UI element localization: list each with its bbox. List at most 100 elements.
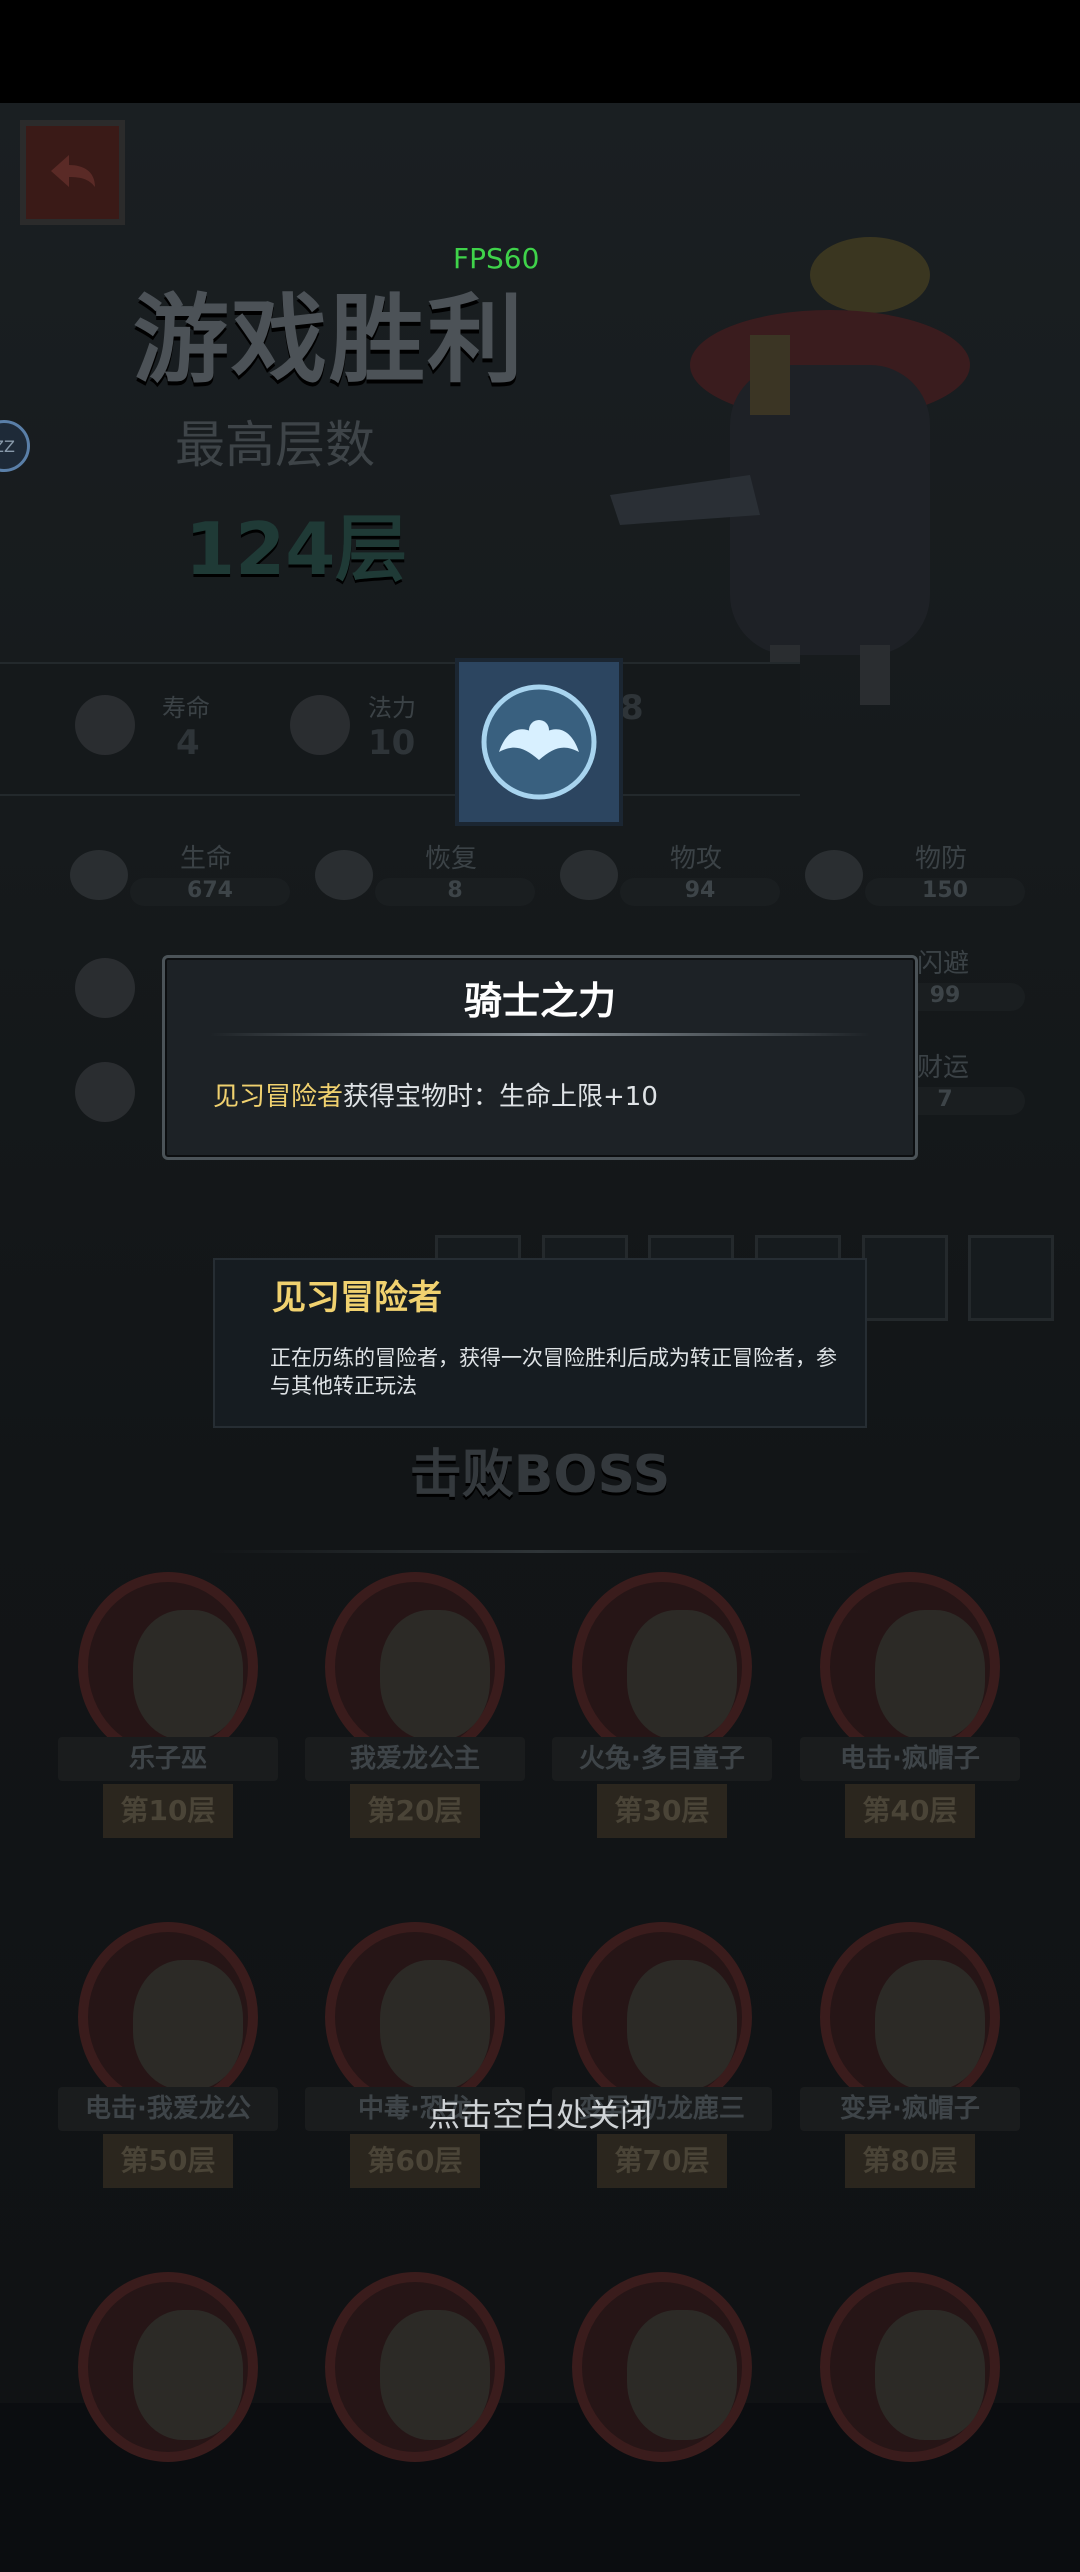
boss-floor: 第70层: [597, 2134, 727, 2188]
boss-portrait: [875, 1610, 985, 1740]
stat-hp-value: 674: [187, 878, 233, 903]
lifespan-icon: [75, 695, 135, 755]
mana-stat: 法力 10: [368, 688, 416, 763]
tap-blank-to-close-hint: 点击空白处关闭: [427, 2096, 652, 2134]
best-floor-label: 最高层数: [175, 416, 375, 474]
boss-card-partial[interactable]: [305, 2272, 525, 2572]
stat-dodge-label: 闪避: [917, 949, 970, 979]
boss-name: 我爱龙公主: [305, 1737, 525, 1781]
boss-floor: 第20层: [350, 1784, 480, 1838]
magnify-stat-icon: [75, 958, 135, 1018]
third-stat: 8: [620, 688, 644, 728]
boss-card[interactable]: 电击·我爱龙公 第50层: [58, 1922, 278, 2222]
role-title: 见习冒险者: [272, 1278, 442, 1318]
relic-slot[interactable]: [968, 1235, 1054, 1321]
mana-flame-icon: [290, 695, 350, 755]
boss-portrait-frame: [325, 2272, 505, 2462]
boss-portrait-frame: [78, 1572, 258, 1762]
boss-card[interactable]: 变异·疯帽子 第80层: [800, 1922, 1020, 2222]
role-description: 正在历练的冒险者，获得一次冒险胜利后成为转正冒险者，参与其他转正玩法: [270, 1346, 837, 1398]
boss-portrait: [133, 1960, 243, 2090]
boss-portrait: [380, 1960, 490, 2090]
stat-defense: 物防 150: [805, 838, 1025, 908]
stat-regen: 恢复 8: [315, 838, 535, 908]
lifespan-stat: 寿命 4: [162, 688, 210, 763]
stat-defense-label: 物防: [915, 844, 968, 874]
stat-regen-label: 恢复: [425, 844, 478, 874]
status-bar: [0, 0, 1080, 103]
boss-card-partial[interactable]: [552, 2272, 772, 2572]
relic-tooltip: 骑士之力 见习冒险者获得宝物时：生命上限+10: [162, 955, 918, 1160]
boss-portrait-frame: [572, 1922, 752, 2112]
boss-character-illustration: [610, 237, 970, 705]
boss-portrait: [627, 1960, 737, 2090]
heart-plus-icon: [315, 850, 373, 900]
sword-icon: [560, 850, 618, 900]
boss-card[interactable]: 乐子巫 第10层: [58, 1572, 278, 1872]
boss-portrait: [380, 1610, 490, 1740]
back-button[interactable]: [20, 120, 125, 225]
lifespan-value: 4: [176, 723, 200, 763]
boss-portrait: [875, 2310, 985, 2440]
boss-portrait-frame: [572, 2272, 752, 2462]
boss-portrait: [627, 2310, 737, 2440]
stat-attack-value: 94: [684, 878, 716, 903]
knight-power-relic-icon[interactable]: [455, 658, 623, 826]
boss-portrait: [380, 2310, 490, 2440]
boss-card[interactable]: 电击·疯帽子 第40层: [800, 1572, 1020, 1872]
role-description-card: 见习冒险者 正在历练的冒险者，获得一次冒险胜利后成为转正冒险者，参与其他转正玩法: [213, 1258, 867, 1428]
boss-name: 电击·疯帽子: [800, 1737, 1020, 1781]
boss-floor: 第30层: [597, 1784, 727, 1838]
defeated-boss-heading: 击败BOSS: [409, 1445, 671, 1505]
boss-portrait-frame: [78, 2272, 258, 2462]
relic-slot[interactable]: [862, 1235, 948, 1321]
lifespan-label: 寿命: [162, 694, 210, 722]
boss-name: 乐子巫: [58, 1737, 278, 1781]
boss-card-partial[interactable]: [800, 2272, 1020, 2572]
mana-value: 10: [368, 723, 416, 763]
boss-card[interactable]: 变异·奶龙鹿三 第70层: [552, 1922, 772, 2222]
boss-card[interactable]: 我爱龙公主 第20层: [305, 1572, 525, 1872]
boss-card[interactable]: 中毒·恐龙 第60层: [305, 1922, 525, 2222]
relic-tooltip-role-highlight: 见习冒险者: [213, 1082, 344, 1112]
boss-card[interactable]: 火兔·多目童子 第30层: [552, 1572, 772, 1872]
relic-tooltip-title: 骑士之力: [463, 979, 616, 1023]
boss-portrait: [875, 1960, 985, 2090]
boss-portrait-frame: [820, 1572, 1000, 1762]
mana-label: 法力: [368, 694, 416, 722]
boss-portrait-frame: [325, 1572, 505, 1762]
boss-floor: 第10层: [103, 1784, 233, 1838]
holy-stat-icon: [75, 1062, 135, 1122]
heart-icon: [70, 850, 128, 900]
boss-portrait: [133, 1610, 243, 1740]
boss-name: 火兔·多目童子: [552, 1737, 772, 1781]
victory-title: 游戏胜利: [133, 284, 525, 396]
best-floor-value: 124层: [185, 507, 408, 591]
relic-tooltip-divider: [210, 1033, 870, 1036]
boss-portrait: [133, 2310, 243, 2440]
boss-card-partial[interactable]: [58, 2272, 278, 2572]
boss-portrait-frame: [572, 1572, 752, 1762]
stat-hp-label: 生命: [180, 844, 233, 874]
stat-hp: 生命 674: [70, 838, 290, 908]
stat-luck-label: 财运: [917, 1053, 970, 1083]
armor-icon: [805, 850, 863, 900]
third-stat-value: 8: [620, 688, 644, 728]
stat-attack-label: 物攻: [670, 844, 723, 874]
boss-portrait-frame: [820, 1922, 1000, 2112]
boss-portrait-frame: [325, 1922, 505, 2112]
stat-regen-value: 8: [447, 878, 463, 903]
boss-portrait-frame: [78, 1922, 258, 2112]
boss-floor: 第80层: [845, 2134, 975, 2188]
boss-portrait-frame: [820, 2272, 1000, 2462]
boss-portrait: [627, 1610, 737, 1740]
muscle-emblem-icon: [481, 684, 597, 800]
relic-tooltip-effect: 获得宝物时：生命上限+10: [343, 1082, 658, 1112]
defeated-boss-divider: [205, 1550, 875, 1553]
boss-floor: 第40层: [845, 1784, 975, 1838]
stat-defense-value: 150: [922, 878, 968, 903]
boss-floor: 第50层: [103, 2134, 233, 2188]
stat-attack: 物攻 94: [560, 838, 780, 908]
boss-floor: 第60层: [350, 2134, 480, 2188]
relic-tooltip-description: 见习冒险者获得宝物时：生命上限+10: [213, 1076, 658, 1113]
